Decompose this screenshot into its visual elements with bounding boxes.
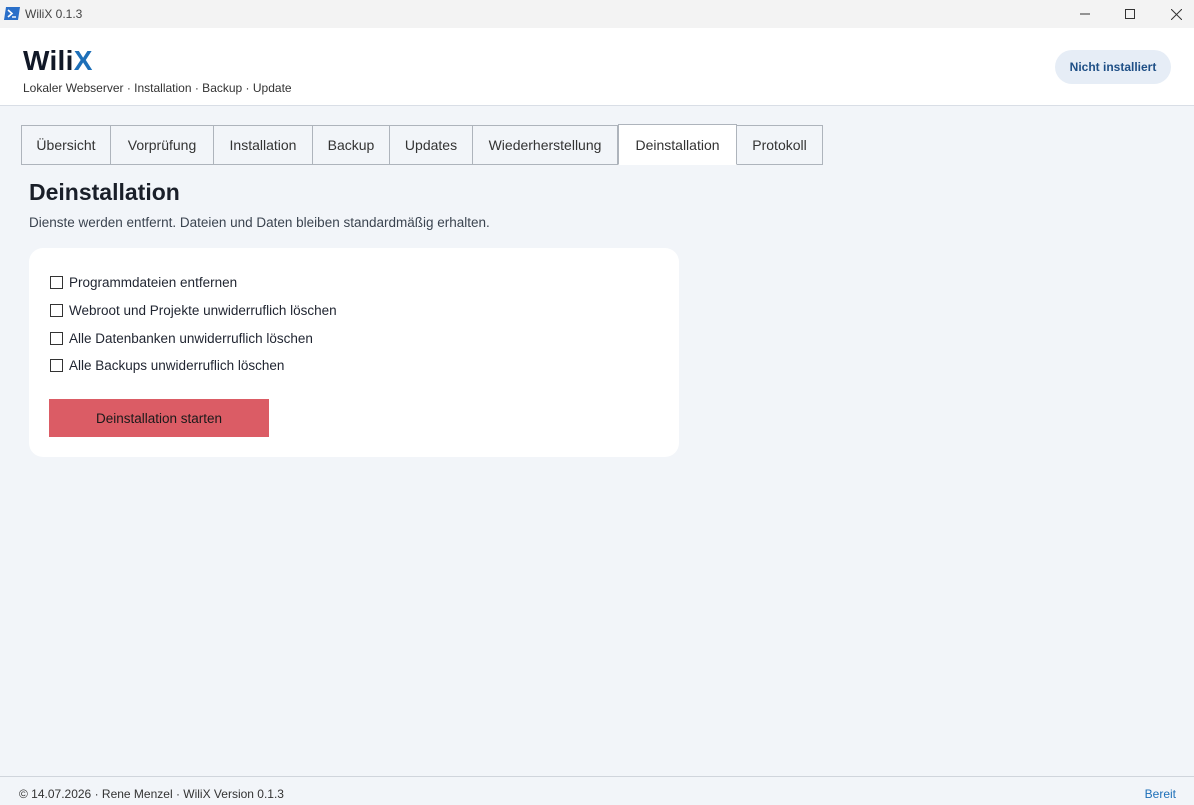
brand-prefix: Wili — [23, 45, 74, 76]
tab-bar: Übersicht Vorprüfung Installation Backup… — [21, 124, 823, 165]
status-text: Bereit — [1144, 787, 1176, 801]
tab-vorpruefung[interactable]: Vorprüfung — [111, 125, 214, 165]
option-delete-backups[interactable]: Alle Backups unwiderruflich löschen — [50, 356, 284, 374]
tagline: Lokaler Webserver · Installation · Backu… — [23, 81, 292, 95]
window-titlebar: WiliX 0.1.3 — [0, 0, 1194, 28]
maximize-button[interactable] — [1107, 0, 1153, 28]
option-delete-databases[interactable]: Alle Datenbanken unwiderruflich löschen — [50, 329, 313, 347]
brand-logo: WiliX — [23, 45, 93, 77]
delete-databases-checkbox[interactable] — [50, 331, 63, 345]
delete-backups-checkbox[interactable] — [50, 358, 63, 372]
option-label: Programmdateien entfernen — [69, 274, 238, 290]
delete-webroot-checkbox[interactable] — [50, 303, 63, 317]
tab-installation[interactable]: Installation — [214, 125, 313, 165]
app-header: WiliX Lokaler Webserver · Installation ·… — [0, 28, 1194, 106]
page-title: Deinstallation — [29, 179, 180, 205]
powershell-icon — [4, 7, 20, 20]
remove-program-files-checkbox[interactable] — [50, 275, 63, 289]
tab-updates[interactable]: Updates — [390, 125, 473, 165]
minimize-icon — [1080, 13, 1090, 15]
page-subtitle: Dienste werden entfernt. Dateien und Dat… — [29, 215, 490, 230]
start-uninstall-button[interactable]: Deinstallation starten — [49, 399, 269, 437]
tab-protokoll[interactable]: Protokoll — [737, 125, 823, 165]
tab-uebersicht[interactable]: Übersicht — [21, 125, 111, 165]
option-delete-webroot[interactable]: Webroot und Projekte unwiderruflich lösc… — [50, 301, 337, 319]
tab-backup[interactable]: Backup — [313, 125, 390, 165]
brand-accent: X — [73, 45, 93, 76]
option-label: Alle Datenbanken unwiderruflich löschen — [69, 330, 313, 346]
tab-wiederherstellung[interactable]: Wiederherstellung — [473, 125, 618, 165]
close-button[interactable] — [1153, 0, 1194, 28]
uninstall-options-card: Programmdateien entfernen Webroot und Pr… — [29, 248, 679, 457]
close-icon — [1170, 8, 1182, 20]
install-status-badge: Nicht installiert — [1055, 50, 1171, 84]
tab-deinstallation[interactable]: Deinstallation — [618, 124, 737, 165]
status-bar: © 14.07.2026 · Rene Menzel · WiliX Versi… — [0, 776, 1194, 805]
maximize-icon — [1125, 9, 1135, 19]
copyright-text: © 14.07.2026 · Rene Menzel · WiliX Versi… — [19, 787, 284, 801]
window-title: WiliX 0.1.3 — [25, 7, 83, 21]
option-remove-program-files[interactable]: Programmdateien entfernen — [50, 273, 237, 291]
minimize-button[interactable] — [1062, 0, 1108, 28]
option-label: Alle Backups unwiderruflich löschen — [69, 357, 285, 373]
option-label: Webroot und Projekte unwiderruflich lösc… — [69, 302, 337, 318]
